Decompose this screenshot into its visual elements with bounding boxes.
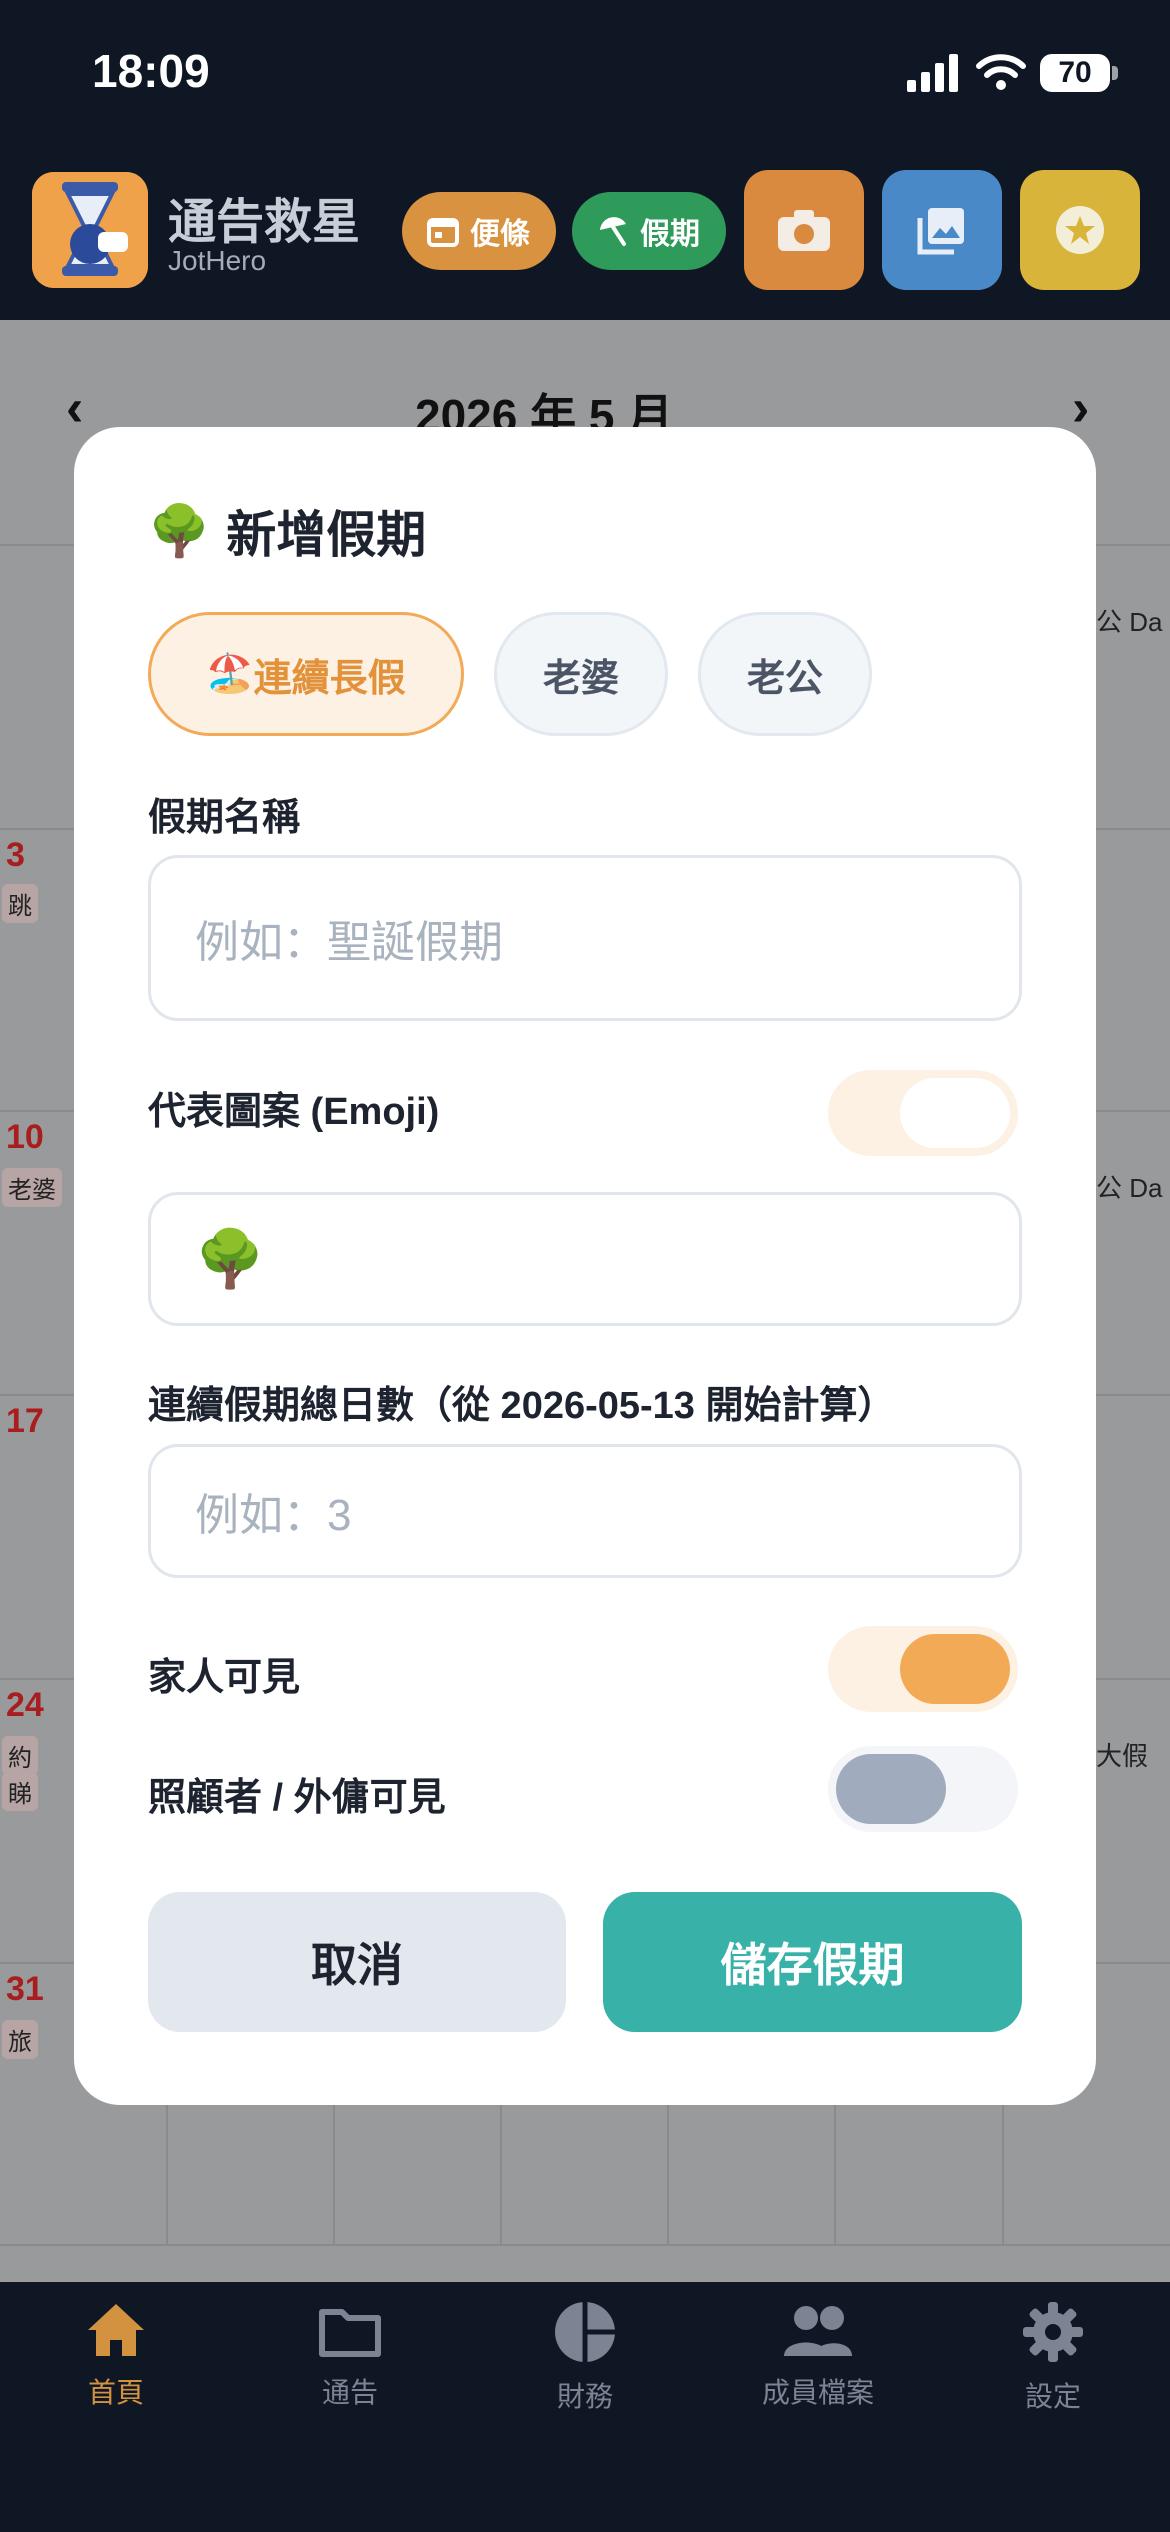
- segment-husband[interactable]: 老公: [698, 612, 872, 736]
- star-icon: [1056, 206, 1104, 254]
- calendar-event-chip[interactable]: 老婆: [2, 1168, 62, 1207]
- image-icon: [917, 208, 964, 255]
- calendar-gridline: [0, 2244, 1170, 2246]
- emoji-label: 代表圖案 (Emoji): [148, 1091, 440, 1133]
- save-holiday-button[interactable]: 儲存假期: [603, 1892, 1022, 2032]
- nav-settings-label: 設定: [1024, 2381, 1081, 2412]
- home-icon: [88, 2304, 144, 2356]
- caregiver-visible-label: 照顧者 / 外傭可見: [148, 1777, 446, 1819]
- cancel-button[interactable]: 取消: [148, 1892, 566, 2032]
- holiday-name-input[interactable]: 例如：聖誕假期: [148, 855, 1022, 1021]
- note-button-label: 便條: [470, 218, 530, 251]
- segment-long-holiday-label: 連續長假: [253, 657, 406, 700]
- family-visible-knob: [900, 1634, 1010, 1704]
- tree-emoji-icon: 🌳: [148, 502, 211, 559]
- calendar-event-chip[interactable]: 約: [2, 1736, 38, 1775]
- battery-level: 70: [1040, 54, 1110, 92]
- emoji-toggle-knob: [900, 1078, 1010, 1148]
- total-days-placeholder: 例如：3: [195, 1491, 352, 1540]
- app-subtitle: JotHero: [168, 245, 267, 276]
- segment-wife[interactable]: 老婆: [494, 612, 668, 736]
- segment-husband-label: 老公: [746, 657, 823, 700]
- nav-members[interactable]: 成員檔案: [718, 2300, 918, 2411]
- holiday-button-label: 假期: [640, 218, 700, 251]
- umbrella-icon: [600, 217, 626, 246]
- camera-button[interactable]: [744, 170, 864, 290]
- family-visible-toggle[interactable]: [828, 1626, 1018, 1712]
- calendar-event-chip[interactable]: 公 Da: [1096, 1168, 1162, 1205]
- gear-icon: [1023, 2302, 1083, 2362]
- wifi-icon: [976, 54, 1026, 90]
- nav-members-label: 成員檔案: [761, 2377, 874, 2408]
- favorite-button[interactable]: [1020, 170, 1140, 290]
- holiday-name-label: 假期名稱: [148, 797, 301, 839]
- modal-title: 🌳 新增假期: [148, 495, 426, 567]
- segment-long-holiday[interactable]: 🏖️ 連續長假: [148, 612, 464, 736]
- holiday-button[interactable]: 假期: [572, 192, 726, 270]
- cancel-button-label: 取消: [311, 1939, 403, 1991]
- calendar-icon: [427, 218, 459, 247]
- cellular-signal-icon: [907, 54, 958, 92]
- total-days-input[interactable]: 例如：3: [148, 1444, 1022, 1578]
- caregiver-visible-knob: [836, 1754, 946, 1824]
- modal-title-text: 新增假期: [226, 507, 427, 563]
- emoji-input[interactable]: 🌳: [148, 1192, 1022, 1326]
- day-number[interactable]: 31: [6, 1970, 44, 2009]
- calendar-event-chip[interactable]: 跳: [2, 884, 38, 923]
- next-month-icon[interactable]: ›: [1072, 378, 1089, 438]
- status-time: 18:09: [92, 45, 210, 97]
- camera-icon: [778, 210, 830, 251]
- folder-icon: [319, 2309, 381, 2357]
- pie-chart-icon: [555, 2302, 615, 2362]
- holiday-name-placeholder: 例如：聖誕假期: [195, 918, 503, 967]
- nav-home[interactable]: 首頁: [16, 2300, 216, 2411]
- day-number[interactable]: 10: [6, 1118, 44, 1157]
- app-logo: [32, 172, 148, 288]
- day-number[interactable]: 3: [6, 836, 25, 875]
- family-visible-label: 家人可見: [148, 1657, 301, 1699]
- caregiver-visible-toggle[interactable]: [828, 1746, 1018, 1832]
- save-button-label: 儲存假期: [720, 1939, 905, 1991]
- calendar-event-chip[interactable]: 旅: [2, 2020, 38, 2059]
- beach-umbrella-emoji-icon: 🏖️: [206, 653, 254, 695]
- nav-finance-label: 財務: [556, 2381, 613, 2412]
- total-days-label: 連續假期總日數（從 2026-05-13 開始計算）: [148, 1385, 896, 1427]
- emoji-toggle[interactable]: [828, 1070, 1018, 1156]
- app-title: 通告救星: [168, 196, 361, 249]
- nav-notices-label: 通告: [321, 2377, 378, 2408]
- calendar-event-chip[interactable]: 大假: [1096, 1736, 1148, 1773]
- calendar-event-chip[interactable]: 睇: [2, 1772, 38, 1811]
- day-number[interactable]: 24: [6, 1686, 44, 1725]
- segment-wife-label: 老婆: [542, 657, 619, 700]
- battery-tip: [1112, 66, 1118, 80]
- gallery-button[interactable]: [882, 170, 1002, 290]
- day-number[interactable]: 17: [6, 1402, 44, 1441]
- calendar-event-chip[interactable]: 公 Da: [1096, 602, 1162, 639]
- nav-settings[interactable]: 設定: [953, 2300, 1153, 2415]
- prev-month-icon[interactable]: ‹: [66, 378, 83, 438]
- nav-finance[interactable]: 財務: [485, 2300, 685, 2415]
- nav-notices[interactable]: 通告: [250, 2300, 450, 2411]
- people-icon: [784, 2306, 852, 2356]
- emoji-value: 🌳: [195, 1227, 265, 1290]
- nav-home-label: 首頁: [87, 2377, 144, 2408]
- note-button[interactable]: 便條: [402, 192, 556, 270]
